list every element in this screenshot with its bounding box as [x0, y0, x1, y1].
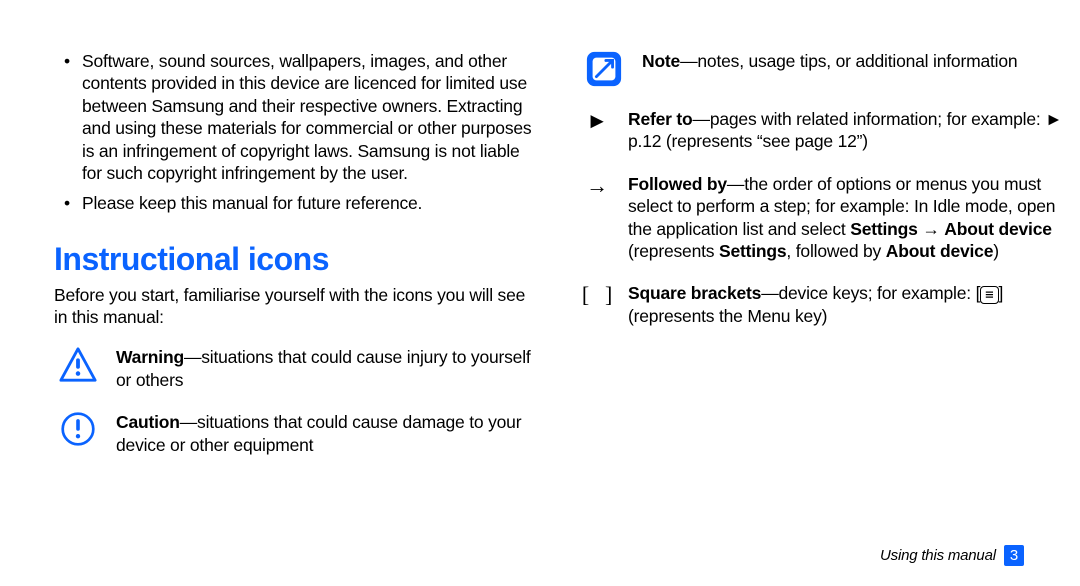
page-number: 3 — [1004, 545, 1024, 566]
page-footer: Using this manual 3 — [880, 545, 1024, 566]
square-brackets-row: [ ] Square brackets—device keys; for exa… — [580, 282, 1064, 327]
section-heading: Instructional icons — [54, 239, 538, 280]
list-item: Software, sound sources, wallpapers, ima… — [54, 50, 538, 184]
intro-text: Before you start, familiarise yourself w… — [54, 284, 538, 329]
note-text: Note—notes, usage tips, or additional in… — [642, 50, 1064, 72]
menu-key-icon: ≡ — [980, 286, 998, 304]
brackets-icon: [ ] — [580, 282, 614, 308]
warning-icon — [54, 346, 102, 384]
warning-row: Warning—situations that could cause inju… — [54, 346, 538, 391]
caution-row: Caution—situations that could cause dama… — [54, 411, 538, 456]
refer-icon: ► — [580, 108, 614, 134]
caution-text: Caution—situations that could cause dama… — [116, 411, 538, 456]
followed-row: → Followed by—the order of options or me… — [580, 173, 1064, 263]
bullet-list: Software, sound sources, wallpapers, ima… — [54, 50, 538, 215]
refer-text: Refer to—pages with related information;… — [628, 108, 1064, 153]
arrow-icon: → — [580, 173, 614, 199]
refer-row: ► Refer to—pages with related informatio… — [580, 108, 1064, 153]
note-icon — [580, 50, 628, 88]
caution-icon — [54, 411, 102, 447]
left-column: Software, sound sources, wallpapers, ima… — [54, 50, 538, 476]
list-item: Please keep this manual for future refer… — [54, 192, 538, 214]
footer-section: Using this manual — [880, 546, 996, 565]
followed-text: Followed by—the order of options or menu… — [628, 173, 1064, 263]
warning-text: Warning—situations that could cause inju… — [116, 346, 538, 391]
square-brackets-text: Square brackets—device keys; for example… — [628, 282, 1064, 327]
note-row: Note—notes, usage tips, or additional in… — [580, 50, 1064, 88]
right-column: Note—notes, usage tips, or additional in… — [580, 50, 1064, 347]
